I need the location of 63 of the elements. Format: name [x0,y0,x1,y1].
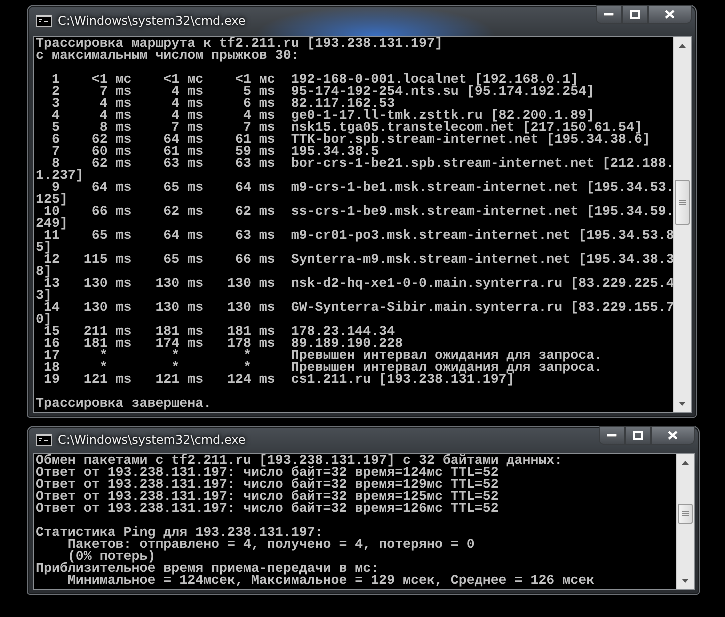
console-line: 19 121 ms 121 ms 124 ms cs1.211.ru [193.238.131.197] [42,374,515,386]
console-line: 9 64 ms 65 ms 64 ms m9-crs-1-be1.msk.stream-internet.net [195.34.53. [52,182,671,194]
console-line: 125] [36,194,69,206]
console-line: Трассировка маршрута к tf2.211.ru [193.238.131.197] [36,38,444,50]
maximize-icon [633,431,643,440]
minimize-button[interactable] [599,426,625,445]
maximize-icon [630,10,640,19]
console-line: Статистика Ping для 193.238.131.197: [36,527,324,539]
close-button[interactable] [648,5,692,24]
console-line: 7 60 ms 61 ms 59 ms 195.34.38.5 [50,146,380,158]
maximize-button[interactable] [625,426,651,445]
scrollbar-thumb[interactable] [678,504,693,524]
console-line: 4 4 ms 4 ms 4 ms ge0-1-17.ll-tmk.zsttk.ru [82.200.1.89] [50,110,595,122]
console-icon [36,15,52,27]
window-title: C:\Windows\system32\cmd.exe [58,433,246,447]
window-title: C:\Windows\system32\cmd.exe [58,14,246,28]
console-line: 10 66 ms 62 ms 62 ms ss-crs-1-be9.msk.stream-internet.net [195.34.59. [44,206,671,218]
maximize-button[interactable] [622,5,648,24]
console-line: 16 181 ms 174 ms 178 ms 89.189.190.228 [42,338,404,350]
console-line: Приблизительное время приема-передачи в мс: [36,563,380,575]
close-button[interactable] [651,426,695,445]
console-line: 13 130 ms 130 ms 130 ms nsk-d2-hq-xe1-0-0.main.synterra.ru [83.229.225.4 [44,278,671,290]
minimize-icon [607,434,617,438]
minimize-icon [604,12,614,16]
console-icon [36,434,52,446]
up-arrow-icon [682,460,689,464]
console-line: Ответ от 193.238.131.197: число байт=32 время=126мс TTL=52 [36,503,500,515]
console-line: 12 115 ms 65 ms 66 ms Synterra-m9.msk.stream-internet.net [195.34.38.3 [44,254,671,266]
console-line: 3 4 ms 4 ms 6 ms 82.117.162.53 [50,98,396,110]
scrollbar-thumb[interactable] [675,180,690,226]
minimize-button[interactable] [596,5,622,24]
console-line: 0] [36,314,52,326]
console-line: 5 8 ms 7 ms 7 ms nsk15.tga05.transtelecom.net [217.150.61.54] [50,122,642,134]
close-icon [665,10,675,19]
console-line: (0% потерь) [68,551,156,563]
console-line: Обмен пакетами с tf2.211.ru [193.238.131.197] с 32 байтами данных: [36,455,564,467]
console-line: 8] [36,266,52,278]
console-line: 15 211 ms 181 ms 181 ms 178.23.144.34 [44,326,396,338]
console-line: 11 65 ms 64 ms 63 ms m9-cr01-po3.msk.stream-internet.net [195.34.53.8 [44,230,671,242]
console-line: Пакетов: отправлено = 4, получено = 4, потеряно = 0 [66,539,476,551]
down-arrow-icon [682,578,689,582]
console-line: Ответ от 193.238.131.197: число байт=32 время=129мс TTL=52 [36,479,500,491]
console-line: 1 <1 мс <1 мс <1 мс 192-168-0-001.localnet [192.168.0.1] [50,74,579,86]
console-line: 6 62 ms 64 ms 61 ms TTK-bor.spb.stream-internet.net [195.34.38.6] [50,134,652,146]
console-line: Минимальное = 124мсек, Максимальное = 129 мсек, Среднее = 126 мсек [68,575,596,587]
console-line: 14 130 ms 130 ms 130 ms GW-Synterra-Sibir.main.synterra.ru [83.229.155.7 [44,302,671,314]
down-arrow-icon [679,402,686,406]
console-line: 18 * * * Превышен интервал ожидания для запроса. [42,362,604,374]
console-line: 5] [36,242,52,254]
console-line: 2 7 ms 4 ms 5 ms 95-174-192-254.nts.su [95.174.192.254] [50,86,596,98]
console-line: Ответ от 193.238.131.197: число байт=32 время=124мс TTL=52 [36,467,500,479]
console-line: 17 * * * Превышен интервал ожидания для запроса. [42,350,604,362]
console-line: 249] [36,218,69,230]
console-line: 3] [36,290,52,302]
console-line: Ответ от 193.238.131.197: число байт=32 время=125мс TTL=52 [36,491,500,503]
up-arrow-icon [679,44,686,48]
console-line: с максимальным числом прыжков 30: [36,50,300,62]
console-line: 1.237] [36,170,85,182]
close-icon [668,431,678,440]
console-line: Трассировка завершена. [36,398,213,410]
console-line: 8 62 ms 63 ms 63 ms bor-crs-1-be21.spb.stream-internet.net [212.188. [52,158,671,170]
scrollbar[interactable] [673,37,691,412]
scrollbar[interactable] [676,454,694,589]
